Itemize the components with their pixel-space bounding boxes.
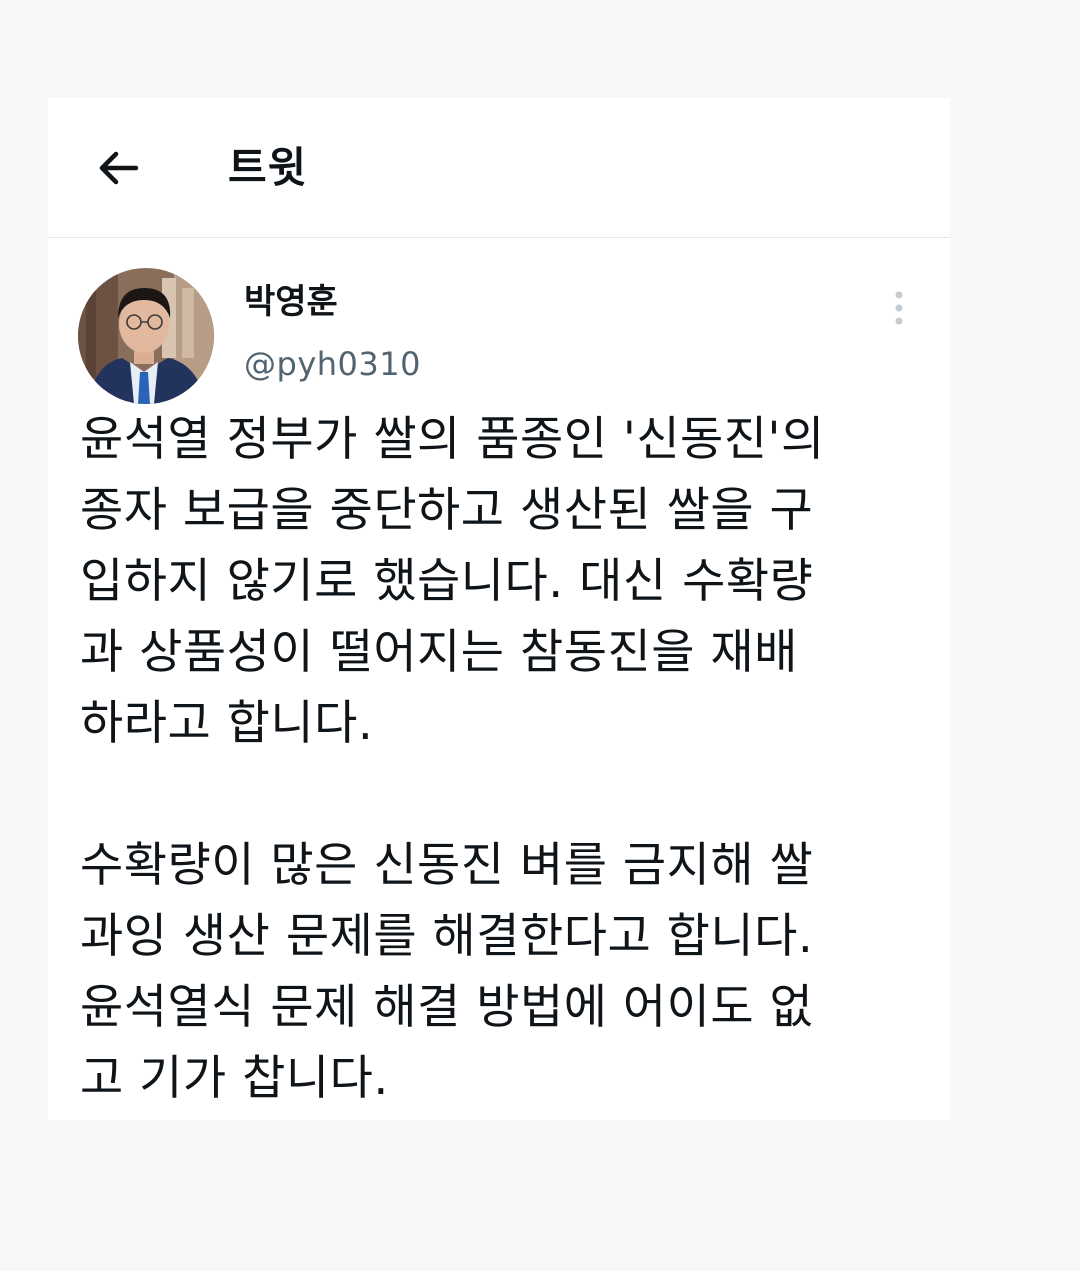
page-title: 트윗 [228,143,308,192]
author-handle[interactable]: @pyh0310 [244,342,421,386]
top-bar: 트윗 [48,98,950,238]
avatar-photo [78,268,214,404]
author-display-name[interactable]: 박영훈 [244,280,338,324]
back-button[interactable] [92,142,144,194]
avatar[interactable] [78,268,214,404]
tweet-text: 윤석열 정부가 쌀의 품종인 '신동진'의 종자 보급을 중단하고 생산된 쌀을… [80,412,825,1106]
more-options-button[interactable] [884,286,914,330]
tweet-card: 트윗 박영훈 @pyh0310 윤석열 정부가 쌀의 품종인 '신동진'의 종자… [48,98,950,1120]
more-vertical-icon [895,291,903,325]
arrow-left-icon [99,151,139,185]
